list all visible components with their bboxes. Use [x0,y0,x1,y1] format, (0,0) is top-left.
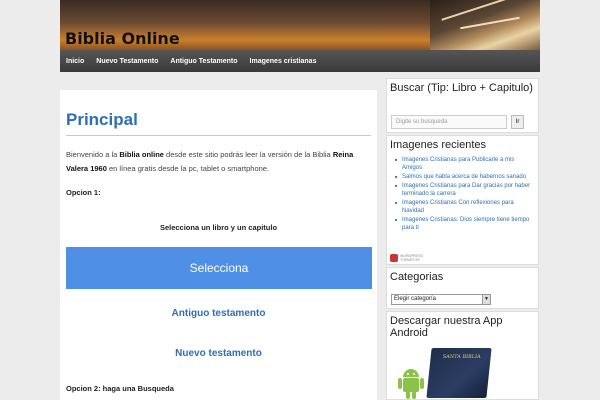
page-title: Principal [66,110,138,129]
intro-suffix: en línea gratis desde la pc, tablet o sm… [106,164,270,173]
new-testament-link[interactable]: Nuevo testamento [60,348,377,359]
list-item[interactable]: Imagenes Cristianas: Dios siempre tiene … [393,216,532,232]
categories-widget: Categorias Elegir categoría ▼ [386,267,539,309]
nav-item-inicio[interactable]: Inicio [66,58,84,65]
categories-title: Categorias [390,271,444,283]
old-testament-link[interactable]: Antiguo testamento [60,308,377,319]
intro-bold-biblia: Biblia online [119,150,164,159]
bible-book-image[interactable]: SANTA BIBLIA [426,348,492,398]
android-app-widget: Descargar nuestra App Android SANTA BIBL… [386,311,539,400]
recent-images-list: Imagenes Cristianas para Publicarle a mi… [387,154,538,232]
search-submit-button[interactable]: Ir [511,115,524,129]
list-item[interactable]: Imagenes Cristianas para Publicarle a mi… [393,156,532,172]
search-widget-title: Buscar (Tip: Libro + Capitulo) [390,82,533,94]
main-content: Principal Bienvenido a la Biblia online … [60,90,377,400]
recent-images-widget: Imagenes recientes Imagenes Cristianas p… [386,135,539,265]
list-item[interactable]: Imagenes Cristianas para Dar gracias por… [393,182,532,198]
select-prompt: Selecciona un libro y un capitulo [159,223,278,232]
intro-prefix: Bienvenido a la [66,150,120,159]
nav-item-nuevo-testamento[interactable]: Nuevo Testamento [96,58,158,65]
nav-item-imagenes-cristianas[interactable]: Imagenes cristianas [250,58,317,65]
category-select-value: Elegir categoría [394,296,437,302]
search-input[interactable]: Digite su busqueda [391,115,507,129]
list-item[interactable]: Salmos que habla acerca de habernos sana… [393,173,532,181]
android-robot-icon [398,369,424,399]
search-widget: Buscar (Tip: Libro + Capitulo) Digite su… [386,78,539,133]
main-nav: Inicio Nuevo Testamento Antiguo Testamen… [60,50,540,72]
title-divider [66,135,371,136]
powered-by-text: WORDPRESS THEMES BY [400,254,423,262]
select-button[interactable]: Selecciona [66,247,372,289]
bible-cover-label: SANTA BIBLIA [442,354,481,360]
list-item[interactable]: Imagenes Cristianas Con reflexiones para… [393,199,532,215]
chevron-down-icon: ▼ [482,295,490,304]
bible-header-image [430,0,540,50]
site-header: Biblia Online [60,0,540,50]
recent-images-title: Imagenes recientes [390,139,486,151]
theme-logo-icon [390,254,398,262]
intro-text: Bienvenido a la Biblia online desde este… [66,148,371,176]
android-app-title: Descargar nuestra App Android [390,315,503,339]
option1-label: Opcion 1: [66,188,101,197]
intro-mid: desde este sitio podrás leer la versión … [163,150,333,159]
nav-item-antiguo-testamento[interactable]: Antiguo Testamento [170,58,237,65]
site-title[interactable]: Biblia Online [65,29,180,48]
powered-by-badge[interactable]: WORDPRESS THEMES BY [390,254,430,262]
category-select[interactable]: Elegir categoría ▼ [391,294,491,305]
option2-label: Opcion 2: haga una Busqueda [66,384,174,393]
